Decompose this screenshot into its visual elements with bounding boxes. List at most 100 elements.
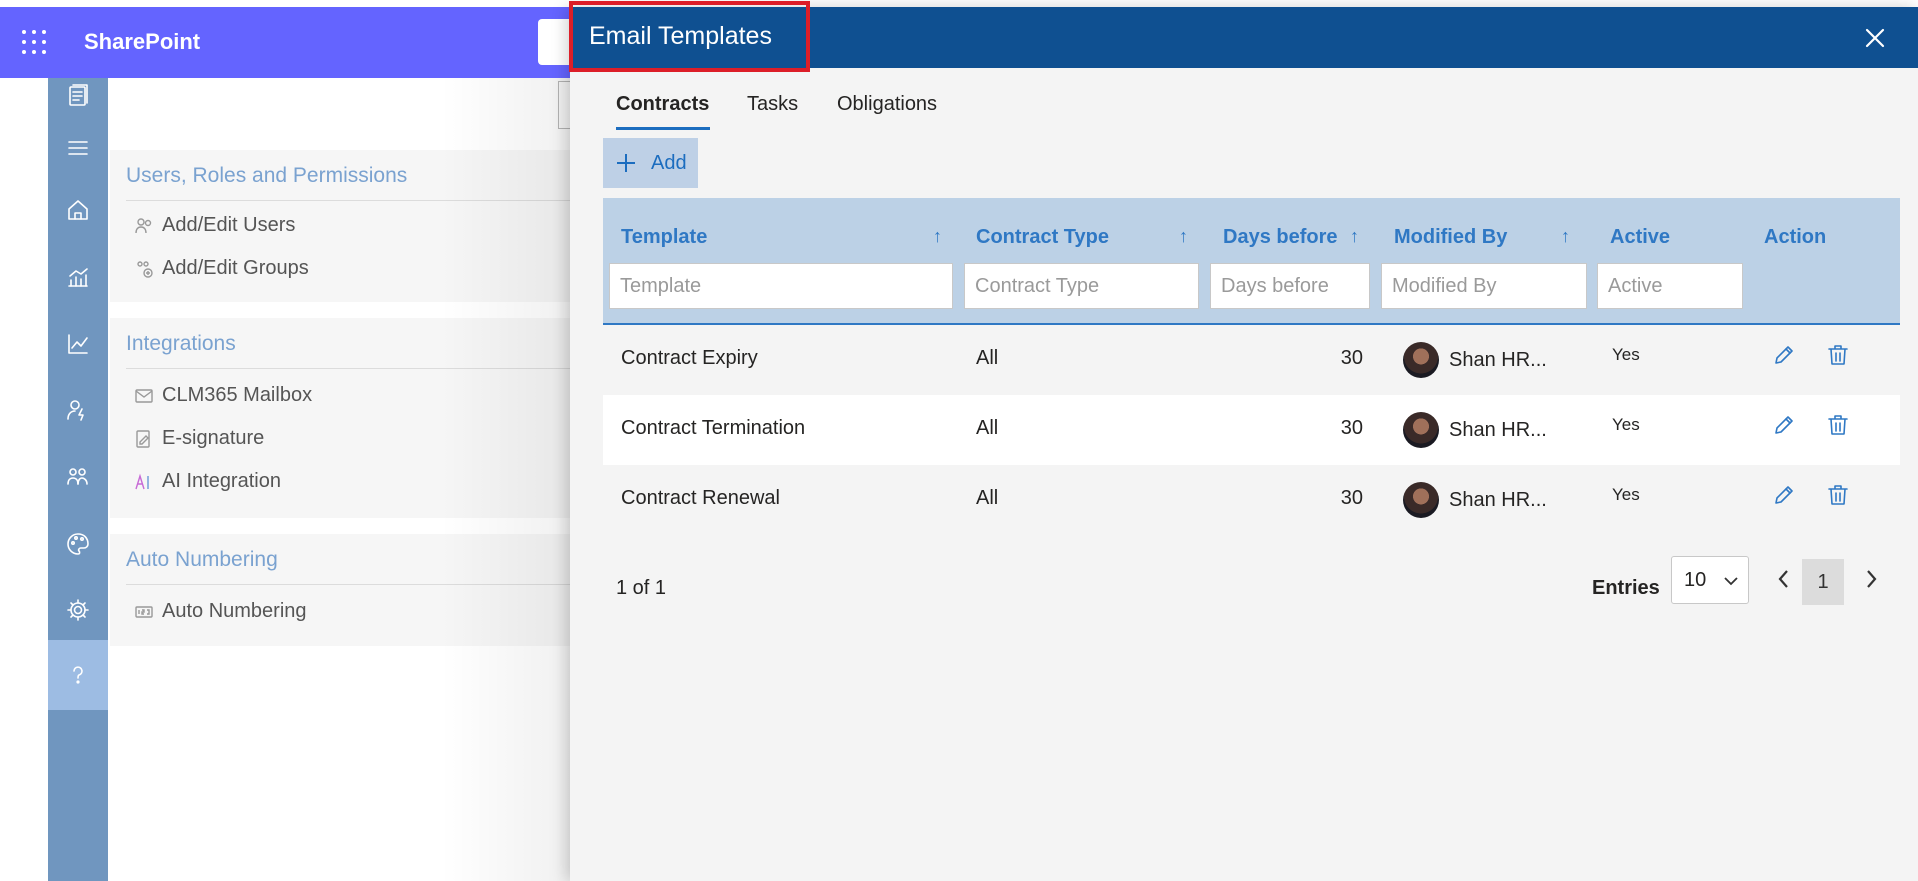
column-header-action: Action bbox=[1764, 226, 1827, 248]
team-icon[interactable] bbox=[62, 461, 94, 493]
signature-icon bbox=[136, 429, 150, 448]
cell-modified-by: Shan HR... bbox=[1449, 349, 1547, 371]
chevron-left-icon bbox=[1778, 570, 1788, 588]
hamburger-menu-icon[interactable] bbox=[62, 132, 94, 164]
home-icon[interactable] bbox=[62, 194, 94, 226]
plus-icon bbox=[617, 154, 635, 172]
delete-icon[interactable] bbox=[1825, 412, 1855, 442]
setting-label: Add/Edit Groups bbox=[162, 257, 309, 279]
cell-template: Contract Renewal bbox=[621, 487, 780, 509]
cell-days-before: 30 bbox=[1340, 417, 1363, 439]
theme-palette-icon[interactable] bbox=[62, 528, 94, 560]
filter-days-before-input[interactable] bbox=[1210, 263, 1370, 309]
cell-modified-by: Shan HR... bbox=[1449, 489, 1547, 511]
tab-tasks[interactable]: Tasks bbox=[747, 93, 798, 116]
setting-add-edit-users[interactable]: Add/Edit Users bbox=[134, 214, 295, 237]
cell-template: Contract Expiry bbox=[621, 347, 758, 369]
title-highlight-box bbox=[569, 1, 810, 72]
user-automation-icon[interactable] bbox=[62, 394, 94, 426]
analytics-icon[interactable] bbox=[62, 328, 94, 360]
add-button[interactable]: Add bbox=[603, 138, 698, 188]
entries-dropdown[interactable]: 10 bbox=[1671, 556, 1749, 604]
close-button[interactable] bbox=[1858, 21, 1892, 55]
setting-e-signature[interactable]: E-signature bbox=[134, 427, 264, 450]
section-title: Users, Roles and Permissions bbox=[126, 164, 408, 187]
app-launcher-icon[interactable] bbox=[22, 30, 48, 56]
tab-contracts[interactable]: Contracts bbox=[616, 93, 709, 116]
sort-arrow-icon[interactable]: ↑ bbox=[1561, 226, 1570, 247]
edit-icon[interactable] bbox=[1771, 412, 1801, 442]
nav-rail bbox=[48, 78, 108, 881]
cell-days-before: 30 bbox=[1340, 487, 1363, 509]
setting-label: E-signature bbox=[162, 427, 265, 449]
delete-icon[interactable] bbox=[1825, 482, 1855, 512]
column-header-contract-type[interactable]: Contract Type bbox=[976, 226, 1109, 249]
filter-active-input[interactable] bbox=[1597, 263, 1743, 309]
cell-modified-by: Shan HR... bbox=[1449, 419, 1547, 441]
table-row[interactable]: Contract Termination All 30 Shan HR... Y… bbox=[603, 395, 1900, 465]
setting-label: Auto Numbering bbox=[162, 600, 307, 622]
avatar bbox=[1403, 412, 1439, 448]
sort-arrow-icon[interactable]: ↑ bbox=[1179, 226, 1188, 247]
sort-arrow-icon[interactable]: ↑ bbox=[1350, 226, 1359, 247]
section-title: Integrations bbox=[126, 332, 236, 355]
chevron-right-icon bbox=[1867, 570, 1877, 588]
avatar bbox=[1403, 342, 1439, 378]
cell-days-before: 30 bbox=[1340, 347, 1363, 369]
app-title[interactable]: SharePoint bbox=[84, 29, 200, 55]
filter-template-input[interactable] bbox=[609, 263, 953, 309]
overlay-shadow bbox=[440, 78, 570, 881]
panel-header: Email Templates bbox=[569, 1, 1918, 72]
help-icon[interactable] bbox=[62, 659, 94, 691]
tab-obligations[interactable]: Obligations bbox=[837, 93, 937, 116]
app-logo-icon[interactable] bbox=[62, 80, 94, 112]
users-icon bbox=[135, 217, 152, 233]
add-label: Add bbox=[651, 151, 687, 174]
section-title: Auto Numbering bbox=[126, 548, 278, 571]
active-tab-indicator bbox=[616, 127, 710, 130]
setting-label: AI Integration bbox=[162, 470, 281, 492]
filter-contract-type-input[interactable] bbox=[964, 263, 1199, 309]
next-page-button[interactable] bbox=[1862, 568, 1884, 592]
table-row[interactable]: Contract Renewal All 30 Shan HR... Yes bbox=[603, 465, 1900, 535]
close-icon bbox=[1865, 28, 1885, 48]
column-header-template[interactable]: Template bbox=[621, 226, 707, 249]
cell-template: Contract Termination bbox=[621, 417, 806, 439]
entries-value: 10 bbox=[1684, 568, 1707, 591]
cell-active: Yes bbox=[1612, 415, 1640, 434]
cell-active: Yes bbox=[1612, 345, 1640, 364]
table-row[interactable]: Contract Expiry All 30 Shan HR... Yes bbox=[603, 325, 1900, 395]
setting-clm365-mailbox[interactable]: CLM365 Mailbox bbox=[134, 384, 312, 407]
setting-label: CLM365 Mailbox bbox=[162, 384, 313, 406]
column-header-modified-by[interactable]: Modified By bbox=[1394, 226, 1507, 249]
cell-active: Yes bbox=[1612, 485, 1640, 504]
email-templates-panel: Email Templates Contracts Tasks Obligati… bbox=[569, 1, 1918, 881]
cell-contract-type: All bbox=[976, 347, 999, 369]
edit-icon[interactable] bbox=[1771, 342, 1801, 372]
mail-icon bbox=[135, 388, 153, 403]
ai-icon bbox=[135, 473, 149, 489]
page-summary: 1 of 1 bbox=[616, 577, 667, 599]
setting-label: Add/Edit Users bbox=[162, 214, 296, 236]
setting-auto-numbering[interactable]: Auto Numbering bbox=[134, 600, 307, 623]
column-header-days-before[interactable]: Days before bbox=[1223, 226, 1338, 249]
numbering-icon bbox=[135, 605, 153, 618]
avatar bbox=[1403, 482, 1439, 518]
chevron-down-icon bbox=[1724, 577, 1738, 586]
filter-modified-by-input[interactable] bbox=[1381, 263, 1587, 309]
settings-gear-icon[interactable] bbox=[62, 594, 94, 626]
setting-ai-integration[interactable]: AI Integration bbox=[134, 470, 281, 493]
previous-page-button[interactable] bbox=[1775, 568, 1797, 592]
reports-icon[interactable] bbox=[62, 261, 94, 293]
setting-add-edit-groups[interactable]: Add/Edit Groups bbox=[134, 257, 309, 280]
table-header: Template ↑ Contract Type ↑ Days before ↑… bbox=[603, 198, 1900, 323]
groups-icon bbox=[137, 260, 153, 278]
cell-contract-type: All bbox=[976, 417, 999, 439]
entries-label: Entries bbox=[1592, 577, 1660, 599]
sort-arrow-icon[interactable]: ↑ bbox=[933, 226, 942, 247]
edit-icon[interactable] bbox=[1771, 482, 1801, 512]
cell-contract-type: All bbox=[976, 487, 999, 509]
column-header-active[interactable]: Active bbox=[1610, 226, 1670, 249]
delete-icon[interactable] bbox=[1825, 342, 1855, 372]
page-number-button[interactable]: 1 bbox=[1802, 559, 1844, 605]
